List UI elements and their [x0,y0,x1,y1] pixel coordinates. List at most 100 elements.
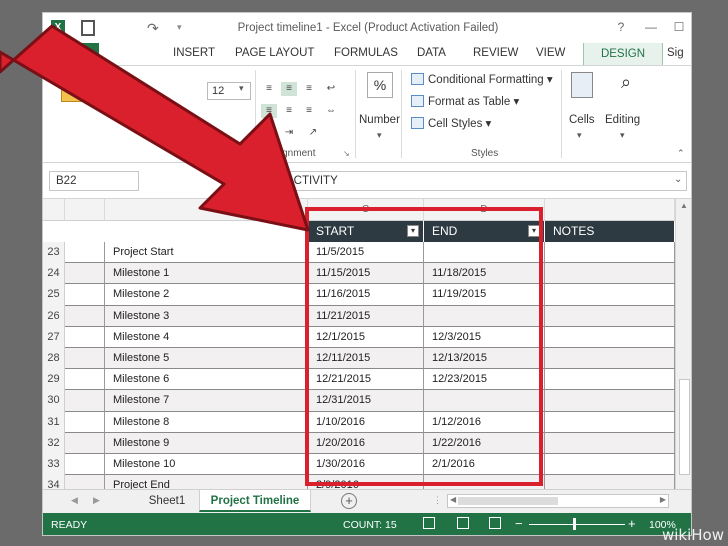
wrap-text-icon[interactable]: ↩ [323,82,339,96]
row-number[interactable]: 24 [43,263,65,285]
zoom-slider-thumb[interactable] [573,518,576,530]
row-number[interactable]: 34 [43,475,65,489]
increase-indent-icon[interactable]: ⇥ [281,126,297,140]
cell-start[interactable]: 12/11/2015 [308,348,424,370]
cell-notes[interactable] [545,432,675,454]
editing-dropdown-icon[interactable]: ▾ [620,130,625,141]
tab-design[interactable]: DESIGN [583,43,663,65]
cell-end[interactable]: 12/23/2015 [424,369,545,391]
cell-activity[interactable]: Milestone 1 [105,263,308,285]
scroll-thumb[interactable] [679,379,690,475]
filter-dropdown-icon[interactable]: ▾ [407,225,419,237]
cell-notes[interactable] [545,411,675,433]
cells-icon[interactable] [571,72,593,98]
row-number[interactable]: 31 [43,411,65,433]
cell-start[interactable]: 1/20/2016 [308,432,424,454]
cell-styles-button[interactable]: Cell Styles ▾ [411,116,491,130]
cell-a[interactable] [65,475,105,489]
cell-end[interactable]: 2/1/2016 [424,454,545,476]
number-format-button[interactable]: Number [359,114,400,126]
cell-notes[interactable] [545,242,675,264]
page-break-view-icon[interactable] [489,517,501,529]
row-number[interactable]: 28 [43,348,65,370]
sheet-nav-prev-icon[interactable]: ◀ [71,495,78,506]
collapse-ribbon-icon[interactable]: ⌃ [677,148,685,159]
cell-activity[interactable]: Milestone 10 [105,454,308,476]
tab-data[interactable]: DATA [417,47,446,59]
cut-icon[interactable]: ✂ [89,70,100,86]
cell-a[interactable] [65,432,105,454]
column-header-e[interactable] [545,199,675,221]
conditional-formatting-button[interactable]: Conditional Formatting ▾ [411,72,553,86]
cell-start[interactable]: 11/16/2015 [308,284,424,306]
formula-input[interactable]: ACTIVITY [275,171,687,191]
cell-a[interactable] [65,284,105,306]
cell-activity[interactable]: Project End [105,475,308,489]
column-header-a[interactable] [65,199,105,221]
help-icon[interactable]: ? [613,19,629,35]
cell-start[interactable]: 11/15/2015 [308,263,424,285]
row-number[interactable]: 30 [43,390,65,412]
align-top-icon[interactable]: ≡ [261,82,277,96]
cell-end[interactable]: 11/18/2015 [424,263,545,285]
cell-start[interactable]: 1/30/2016 [308,454,424,476]
cell-start[interactable]: 12/31/2015 [308,390,424,412]
cell-start[interactable]: 12/21/2015 [308,369,424,391]
cell-notes[interactable] [545,475,675,489]
table-header-notes[interactable]: NOTES [545,221,675,242]
cell-notes[interactable] [545,326,675,348]
name-box[interactable]: B22 [49,171,139,191]
cell-a[interactable] [65,242,105,264]
sheet-tab-sheet1[interactable]: Sheet1 [137,490,197,512]
tab-insert[interactable]: INSERT [173,47,215,59]
table-header-start[interactable]: START ▾ [308,221,424,242]
cell-a[interactable] [65,411,105,433]
zoom-out-icon[interactable]: − [515,516,523,531]
merge-center-icon[interactable]: ⇔ [323,104,339,118]
cell-notes[interactable] [545,390,675,412]
tab-review[interactable]: REVIEW [473,47,518,59]
cell-notes[interactable] [545,454,675,476]
cells-dropdown-icon[interactable]: ▾ [577,130,582,141]
row-number[interactable]: 33 [43,454,65,476]
cell-activity[interactable]: Milestone 8 [105,411,308,433]
cell-activity[interactable]: Milestone 4 [105,326,308,348]
row-number[interactable]: 26 [43,305,65,327]
align-middle-icon[interactable]: ≡ [281,82,297,96]
worksheet-grid[interactable]: C D START ▾ END ▾ NOTES 23 Project Start 1… [43,199,675,489]
cell-end[interactable]: 1/22/2016 [424,432,545,454]
cell-activity[interactable]: Milestone 5 [105,348,308,370]
hscroll-thumb[interactable] [458,497,558,505]
scroll-up-icon[interactable]: ▲ [680,201,688,210]
decrease-indent-icon[interactable]: ⇤ [261,126,277,140]
cell-notes[interactable] [545,305,675,327]
font-size-dropdown-icon[interactable]: ▾ [239,83,244,94]
binoculars-icon[interactable]: ⌕ [615,72,637,98]
cells-button[interactable]: Cells [569,114,595,126]
sheet-tab-project-timeline[interactable]: Project Timeline [199,490,311,512]
cell-end[interactable] [424,390,545,412]
cell-end[interactable]: 12/3/2015 [424,326,545,348]
format-as-table-button[interactable]: Format as Table ▾ [411,94,519,108]
cell-end[interactable] [424,305,545,327]
column-header-b[interactable] [105,199,308,221]
minimize-icon[interactable]: — [643,19,659,35]
sheet-nav-next-icon[interactable]: ▶ [93,495,100,506]
cell-start[interactable]: 11/21/2015 [308,305,424,327]
cell-a[interactable] [65,348,105,370]
scroll-left-icon[interactable]: ◀ [450,495,456,504]
tab-view[interactable]: VIEW [536,47,565,59]
tab-file[interactable]: FILE [43,43,99,65]
new-sheet-icon[interactable]: + [341,493,357,509]
cell-end[interactable]: 1/12/2016 [424,411,545,433]
filter-dropdown-icon[interactable]: ▾ [528,225,540,237]
cell-notes[interactable] [545,284,675,306]
cell-a[interactable] [65,369,105,391]
align-bottom-icon[interactable]: ≡ [301,82,317,96]
row-number[interactable]: 23 [43,242,65,264]
row-number[interactable]: 29 [43,369,65,391]
zoom-in-icon[interactable]: + [628,516,636,531]
normal-view-icon[interactable] [423,517,435,529]
editing-button[interactable]: Editing [605,114,640,126]
select-all-corner[interactable] [43,199,65,221]
